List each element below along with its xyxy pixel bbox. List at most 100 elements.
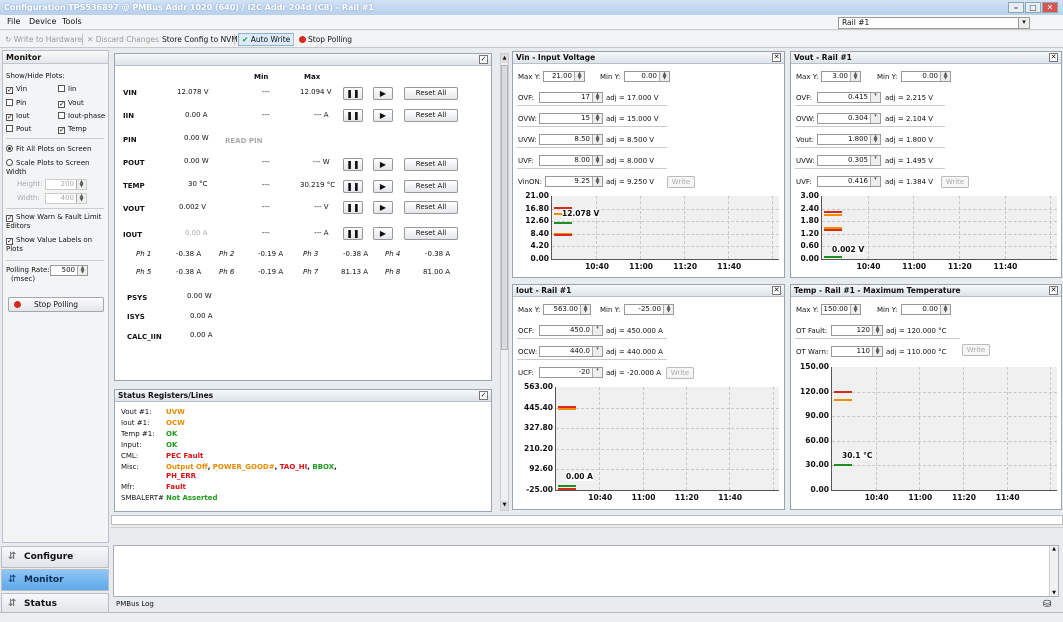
maximize-button[interactable]: □ — [1025, 2, 1041, 13]
pout-pause-button[interactable]: ❚❚ — [343, 158, 363, 171]
temp-miny-input[interactable]: 0.00 ▲ ▼ — [901, 304, 951, 315]
chart-gridline — [684, 196, 686, 259]
vin-pause-button[interactable]: ❚❚ — [343, 87, 363, 100]
discard-changes-button[interactable]: ✕ Discard Changes — [87, 34, 159, 45]
width-label: Width: — [17, 194, 40, 202]
auto-write-toggle[interactable]: ✔ Auto Write — [238, 33, 295, 46]
vin-uvf-input[interactable]: 8.00 ▲ ▼ — [539, 155, 603, 166]
iout-maxy-input[interactable]: 563.00 ▲ ▼ — [543, 304, 591, 315]
temp-play-button[interactable]: ▶ — [373, 180, 393, 193]
vout-reset-all-button[interactable]: Reset All — [404, 201, 458, 214]
radio-selected-icon — [6, 145, 13, 152]
iout-ocw-input[interactable]: 440.0 ▾ — [539, 346, 603, 357]
iout-miny-input[interactable]: -25.00 ▲ ▼ — [624, 304, 674, 315]
vout-play-button[interactable]: ▶ — [373, 201, 393, 214]
iout-reset-all-button[interactable]: Reset All — [404, 227, 458, 240]
rail-select[interactable]: Rail #1 ▾ — [838, 17, 1030, 29]
vout-write-button[interactable]: Write — [941, 176, 969, 188]
iout-ocf-input[interactable]: 450.0 ▾ — [539, 325, 603, 336]
close-icon[interactable]: ✕ — [772, 286, 781, 295]
vin-ovw-input[interactable]: 15 ▲ ▼ — [539, 113, 603, 124]
iin-pause-button[interactable]: ❚❚ — [343, 109, 363, 122]
close-icon[interactable]: ✕ — [772, 53, 781, 62]
scroll-up-icon[interactable]: ▲ — [1050, 546, 1058, 552]
nav-configure[interactable]: ⇵ Configure — [1, 546, 109, 568]
vout-ovw-input[interactable]: 0.304 ▾ — [817, 113, 881, 124]
temp-otw-input[interactable]: 110 ▲ ▼ — [831, 346, 883, 357]
show-warn-fault-checkbox[interactable]: ✓ Show Warn & Fault Limit Editors — [6, 213, 108, 231]
scroll-down-icon[interactable]: ▼ — [1050, 590, 1058, 596]
fit-all-plots-radio[interactable]: Fit All Plots on Screen — [6, 145, 91, 154]
y-tick-label: 12.60 — [525, 216, 549, 226]
temp-otf-input[interactable]: 120 ▲ ▼ — [831, 325, 883, 336]
close-button[interactable]: ✕ — [1042, 2, 1058, 13]
vout-maxy-input[interactable]: 3.00 ▲ ▼ — [821, 71, 861, 82]
iin-reset-all-button[interactable]: Reset All — [404, 109, 458, 122]
show-value-labels-checkbox[interactable]: ✓ Show Value Labels on Plots — [6, 236, 106, 254]
plot-checkbox-iout-phase[interactable]: Iout-phase — [58, 112, 105, 121]
vin-write-button[interactable]: Write — [667, 176, 695, 188]
width-spinner[interactable]: 400 ▲ ▼ — [45, 193, 87, 204]
vin-miny-input[interactable]: 0.00 ▲ ▼ — [624, 71, 670, 82]
panel-checkbox-icon[interactable]: ✓ — [479, 55, 488, 64]
vin-maxy-input[interactable]: 21.00 ▲ ▼ — [543, 71, 585, 82]
minimize-button[interactable]: – — [1008, 2, 1024, 13]
plot-checkbox-vout[interactable]: ✓ Vout — [58, 99, 84, 108]
temp-reset-all-button[interactable]: Reset All — [404, 180, 458, 193]
scale-plots-radio[interactable]: Scale Plots to Screen Width — [6, 159, 106, 177]
iout-ucf-input[interactable]: -20 ▾ — [539, 367, 603, 378]
scroll-down-icon[interactable]: ▼ — [501, 501, 508, 510]
plot-checkbox-iin[interactable]: Iin — [58, 85, 76, 94]
vin-play-button[interactable]: ▶ — [373, 87, 393, 100]
scroll-up-icon[interactable]: ▲ — [501, 54, 508, 63]
log-scrollbar[interactable]: ▲ ▼ — [1049, 546, 1058, 596]
database-icon[interactable]: ⛁ — [1043, 599, 1055, 611]
menu-tools[interactable]: Tools — [62, 17, 82, 26]
pmbus-log-area[interactable]: ▲ ▼ — [113, 545, 1059, 597]
vout-miny-input[interactable]: 0.00 ▲ ▼ — [901, 71, 951, 82]
plot-checkbox-pin[interactable]: Pin — [6, 99, 26, 108]
nav-monitor[interactable]: ⇵ Monitor — [1, 569, 109, 591]
vin-vinon-input[interactable]: 9.25 ▲ ▼ — [545, 176, 603, 187]
polling-rate-spinner[interactable]: 500 ▲ ▼ — [50, 265, 88, 276]
status-value-smbalert: Not Asserted — [166, 494, 218, 502]
write-to-hardware-button[interactable]: ↻ Write to Hardware — [5, 34, 82, 45]
pout-reset-all-button[interactable]: Reset All — [404, 158, 458, 171]
chart-gridline — [822, 208, 1057, 210]
iin-play-button[interactable]: ▶ — [373, 109, 393, 122]
stop-polling-toolbar-button[interactable]: Stop Polling — [299, 34, 352, 45]
scroll-thumb[interactable] — [501, 65, 508, 350]
plot-checkbox-pout[interactable]: Pout — [6, 125, 31, 134]
temp-maxy-input[interactable]: 150.00 ▲ ▼ — [821, 304, 861, 315]
panel-checkbox-icon[interactable]: ✓ — [479, 391, 488, 400]
splitter-bar[interactable] — [111, 515, 1063, 525]
temp-write-button[interactable]: Write — [962, 344, 990, 356]
temp-pause-button[interactable]: ❚❚ — [343, 180, 363, 193]
height-spinner[interactable]: 200 ▲ ▼ — [45, 179, 87, 190]
plot-checkbox-iout[interactable]: ✓ Iout — [6, 112, 30, 121]
vertical-scrollbar[interactable]: ▲ ▼ — [500, 53, 509, 511]
vin-uvw-input[interactable]: 8.50 ▲ ▼ — [539, 134, 603, 145]
plot-checkbox-temp[interactable]: ✓ Temp — [58, 125, 87, 134]
vout-pause-button[interactable]: ❚❚ — [343, 201, 363, 214]
menu-file[interactable]: File — [7, 17, 20, 26]
iout-write-button[interactable]: Write — [666, 367, 694, 379]
iout-pause-button[interactable]: ❚❚ — [343, 227, 363, 240]
stop-polling-button[interactable]: Stop Polling — [8, 297, 104, 312]
close-icon[interactable]: ✕ — [1049, 53, 1058, 62]
status-value-cml: PEC Fault — [166, 452, 204, 460]
menu-device[interactable]: Device — [29, 17, 56, 26]
vout-uvf-input[interactable]: 0.416 ▾ — [817, 176, 881, 187]
close-icon[interactable]: ✕ — [1049, 286, 1058, 295]
pout-play-button[interactable]: ▶ — [373, 158, 393, 171]
vin-ovf-input[interactable]: 17 ▲ ▼ — [539, 92, 603, 103]
store-config-button[interactable]: Store Config to NVM — [162, 34, 238, 45]
pmbus-log-tab[interactable]: PMBus Log — [116, 600, 154, 608]
vout-uvw-input[interactable]: 0.305 ▾ — [817, 155, 881, 166]
vin-reset-all-button[interactable]: Reset All — [404, 87, 458, 100]
iout-play-button[interactable]: ▶ — [373, 227, 393, 240]
plot-checkbox-vin[interactable]: ✓ Vin — [6, 85, 27, 94]
vout-setpoint-input[interactable]: 1.800 ▲ ▼ — [817, 134, 881, 145]
vout-ovf-input[interactable]: 0.415 ▾ — [817, 92, 881, 103]
pout-value: 0.00 W — [184, 157, 209, 165]
